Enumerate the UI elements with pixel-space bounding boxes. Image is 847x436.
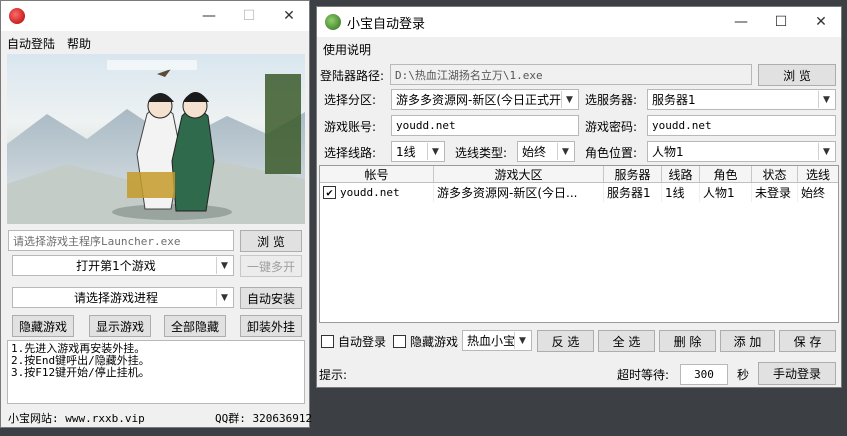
role-position-label: 角色位置: (585, 146, 638, 160)
checkbox-box (393, 335, 406, 348)
manual-login-button[interactable]: 手动登录 (758, 362, 836, 385)
game-banner-image (7, 54, 305, 224)
region-select[interactable]: 游多多资源网-新区(今日正式开 ▼ (391, 89, 579, 110)
left-menubar: 自动登陆 帮助 (1, 31, 309, 55)
open-game-select[interactable]: 打开第1个游戏 ▼ (12, 255, 234, 276)
cell-line: 1线 (662, 183, 700, 202)
website-label: 小宝网站: www.rxxb.vip (8, 412, 145, 425)
line-label: 选择线路: (324, 146, 377, 160)
chevron-down-icon: ▼ (818, 91, 834, 108)
right-browse-button[interactable]: 浏 览 (758, 64, 836, 86)
close-button[interactable]: ✕ (801, 7, 841, 37)
left-browse-button[interactable]: 浏 览 (240, 230, 302, 252)
menu-instructions[interactable]: 使用说明 (317, 41, 377, 58)
server-label: 选服务器: (585, 93, 638, 107)
add-button[interactable]: 添 加 (720, 330, 775, 352)
checkbox-box (321, 335, 334, 348)
col-role[interactable]: 角色 (700, 166, 752, 182)
app-logo-icon (9, 8, 25, 24)
minimize-button[interactable]: — (189, 1, 229, 31)
password-input[interactable]: youdd.net (647, 115, 836, 136)
cell-server: 服务器1 (604, 183, 662, 202)
game-process-select[interactable]: 请选择游戏进程 ▼ (12, 287, 234, 308)
line-select[interactable]: 1线 ▼ (391, 141, 445, 162)
chevron-down-icon: ▼ (818, 143, 834, 160)
table-header: 帐号 游戏大区 服务器 线路 角色 状态 选线 (320, 166, 838, 183)
line-type-label: 选线类型: (455, 146, 508, 160)
show-game-button[interactable]: 显示游戏 (89, 315, 151, 337)
auto-login-checkbox[interactable]: 自动登录 (321, 333, 386, 350)
cell-account: ✔ youdd.net (320, 183, 434, 202)
chevron-down-icon: ▼ (427, 143, 443, 160)
instructions-log: 1.先进入游戏再安装外挂。 2.按End键呼出/隐藏外挂。 3.按F12键开始/… (7, 340, 305, 404)
col-account[interactable]: 帐号 (320, 166, 434, 182)
close-button[interactable]: ✕ (269, 1, 309, 31)
uninstall-button[interactable]: 卸装外挂 (240, 315, 302, 337)
invert-select-button[interactable]: 反 选 (537, 330, 594, 352)
row-checkbox[interactable]: ✔ (323, 186, 336, 199)
maximize-button[interactable]: ☐ (229, 1, 269, 31)
maximize-button[interactable]: ☐ (761, 7, 801, 37)
seconds-label: 秒 (737, 368, 750, 382)
col-region[interactable]: 游戏大区 (434, 166, 604, 182)
qq-group-label: QQ群: 320636912 (215, 412, 313, 425)
hide-game-checkbox[interactable]: 隐藏游戏 (393, 333, 458, 350)
menu-auto-login[interactable]: 自动登陆 (1, 35, 61, 52)
auto-install-button[interactable]: 自动安装 (240, 287, 302, 309)
right-menubar: 使用说明 (317, 37, 841, 61)
account-label: 游戏账号: (324, 120, 377, 134)
role-position-select[interactable]: 人物1 ▼ (647, 141, 836, 162)
chevron-down-icon: ▼ (557, 143, 573, 160)
cell-role: 人物1 (700, 183, 752, 202)
chevron-down-icon: ▼ (514, 332, 530, 349)
table-row[interactable]: ✔ youdd.net 游多多资源网-新区(今日... 服务器1 1线 人物1 … (320, 183, 838, 202)
timeout-label: 超时等待: (617, 368, 670, 382)
hide-game-button[interactable]: 隐藏游戏 (12, 315, 74, 337)
log-line: 3.按F12键开始/停止挂机。 (11, 366, 150, 379)
accounts-table: 帐号 游戏大区 服务器 线路 角色 状态 选线 ✔ youdd.net 游多多资… (319, 165, 839, 323)
chevron-down-icon: ▼ (561, 91, 577, 108)
path-label: 登陆器路径: (320, 69, 385, 83)
launcher-path-field[interactable]: D:\热血江湖扬名立万\1.exe (390, 64, 752, 85)
banner-art (7, 60, 305, 224)
password-label: 游戏密码: (585, 120, 638, 134)
col-server[interactable]: 服务器 (604, 166, 662, 182)
cell-region: 游多多资源网-新区(今日... (434, 183, 604, 202)
minimize-button[interactable]: — (721, 7, 761, 37)
hotkey-select[interactable]: 热血小宝 ▼ (462, 330, 532, 351)
right-titlebar: 小宝自动登录 — ☐ ✕ (317, 7, 841, 37)
cell-status: 未登录 (752, 183, 798, 202)
delete-button[interactable]: 删 除 (659, 330, 716, 352)
col-status[interactable]: 状态 (752, 166, 798, 182)
col-line[interactable]: 线路 (662, 166, 700, 182)
launcher-path-input[interactable]: 请选择游戏主程序Launcher.exe (8, 230, 234, 251)
app-logo-icon (325, 14, 341, 30)
chevron-down-icon: ▼ (216, 257, 232, 274)
hint-label: 提示: (319, 368, 348, 382)
region-label: 选择分区: (324, 93, 377, 107)
col-select[interactable]: 选线 (798, 166, 838, 182)
left-titlebar: — ☐ ✕ (1, 1, 309, 31)
server-select[interactable]: 服务器1 ▼ (647, 89, 836, 110)
select-all-button[interactable]: 全 选 (598, 330, 655, 352)
menu-help[interactable]: 帮助 (61, 35, 97, 52)
chevron-down-icon: ▼ (216, 289, 232, 306)
hide-all-button[interactable]: 全部隐藏 (164, 315, 226, 337)
account-input[interactable]: youdd.net (391, 115, 579, 136)
multi-open-button[interactable]: 一键多开 (240, 255, 302, 277)
cell-select: 始终 (801, 186, 826, 200)
window-title: 小宝自动登录 (347, 16, 426, 32)
save-button[interactable]: 保 存 (779, 330, 836, 352)
timeout-input[interactable]: 300 (680, 364, 728, 385)
line-type-select[interactable]: 始终 ▼ (517, 141, 575, 162)
